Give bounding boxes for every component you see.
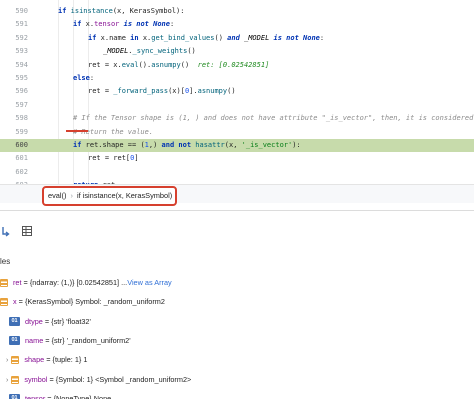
primitive-value-icon: 01 [9, 394, 20, 399]
code-text[interactable]: # If the Tensor shape is (1, ) and does … [73, 112, 474, 125]
code-line[interactable]: 590 if isinstance(x, KerasSymbol): [0, 5, 474, 18]
line-number[interactable]: 595 [6, 72, 28, 85]
code-text[interactable]: # Return the value. [73, 126, 153, 139]
code-line[interactable]: 599 # Return the value. [0, 126, 474, 139]
variable-name: shape [24, 355, 45, 365]
line-number[interactable]: 596 [6, 85, 28, 98]
primitive-value-icon: 01 [9, 317, 20, 327]
primitive-value-icon: 01 [9, 336, 20, 346]
variable-name: dtype [25, 316, 43, 326]
line-number[interactable]: 598 [6, 112, 28, 125]
code-line[interactable]: 594 ret = x.eval().asnumpy() ret: [0.0254… [0, 59, 474, 72]
code-line[interactable]: 601 ret = ret[0] [0, 152, 474, 165]
variable-row-dtype[interactable]: 01 dtype = {str} 'float32' [6, 314, 91, 330]
code-line[interactable]: 598 # If the Tensor shape is (1, ) and do… [0, 112, 474, 125]
variable-value: = {NoneType} None [45, 393, 112, 399]
view-as-array-link[interactable]: View as Array [127, 278, 171, 287]
variable-value: = {Symbol: 1} <Symbol _random_uniform2> [47, 374, 192, 384]
variable-value: = {str} 'float32' [42, 316, 91, 326]
object-list-icon [11, 375, 20, 384]
variable-name: name [25, 335, 44, 345]
code-line[interactable]: 592 if x.name in x.get_bind_values() and … [0, 32, 474, 45]
code-text[interactable]: if x.name in x.get_bind_values() and _MO… [88, 32, 324, 45]
object-list-icon [0, 279, 8, 288]
variable-value: = {KerasSymbol} Symbol: _random_uniform2 [16, 297, 165, 307]
variable-value: = {str} '_random_uniform2' [43, 335, 131, 345]
code-editor[interactable]: 590 if isinstance(x, KerasSymbol): 591 if x… [0, 0, 474, 203]
breadcrumb-separator: › [70, 191, 73, 200]
expand-chevron-icon[interactable]: › [6, 373, 8, 389]
line-number[interactable]: 592 [6, 32, 28, 45]
code-line[interactable]: 595 else: [0, 72, 474, 85]
code-line[interactable]: 593 _MODEL._sync_weights() [0, 45, 474, 58]
code-text[interactable]: if x.tensor is not None: [73, 18, 174, 31]
code-text[interactable]: else: [73, 72, 94, 85]
code-text[interactable]: _MODEL._sync_weights() [103, 45, 196, 58]
expand-chevron-icon[interactable]: › [6, 353, 8, 369]
object-list-icon [11, 356, 20, 365]
line-number[interactable]: 601 [6, 152, 28, 165]
variable-name: symbol [24, 374, 48, 384]
breadcrumb[interactable]: eval() › if isinstance(x, KerasSymbol) [42, 186, 177, 206]
code-line[interactable]: 602 [0, 166, 474, 179]
variable-row-shape[interactable]: › shape = {tuple: 1} 1 [6, 352, 87, 368]
line-number[interactable]: 593 [6, 45, 28, 58]
line-number[interactable]: 594 [6, 59, 28, 72]
table-icon[interactable] [22, 226, 32, 239]
line-number[interactable]: 599 [6, 126, 28, 139]
variable-value: = {tuple: 1} 1 [44, 355, 88, 365]
code-text[interactable]: if ret.shape == (1,) and not hasattr(x, … [73, 139, 301, 152]
code-line[interactable]: 596 ret = _forward_pass(x)[0].asnumpy() [0, 85, 474, 98]
variable-row-tensor[interactable]: 01 tensor = {NoneType} None [6, 391, 111, 399]
step-into-icon[interactable] [0, 226, 10, 241]
code-line[interactable]: 597 [0, 99, 474, 112]
red-annotation-arrow [66, 130, 88, 132]
variable-row-name[interactable]: 01 name = {str} '_random_uniform2' [6, 333, 131, 349]
variables-title: les [0, 257, 11, 266]
variable-value: = {ndarray: (1,)} [0.02542851] ... [21, 278, 128, 287]
debugger-panel: les ret = {ndarray: (1,)} [0.02542851] .… [0, 211, 474, 399]
code-line[interactable]: 591 if x.tensor is not None: [0, 18, 474, 31]
variable-row-x[interactable]: x = {KerasSymbol} Symbol: _random_unifor… [0, 294, 165, 310]
variable-name: tensor [25, 393, 46, 399]
line-number[interactable]: 600 [6, 139, 28, 152]
code-text[interactable]: ret = ret[0] [88, 152, 139, 165]
breadcrumb-condition[interactable]: if isinstance(x, KerasSymbol) [77, 191, 172, 200]
code-text[interactable]: if isinstance(x, KerasSymbol): [58, 5, 184, 18]
line-number[interactable]: 591 [6, 18, 28, 31]
line-number[interactable]: 590 [6, 5, 28, 18]
line-number[interactable]: 602 [6, 166, 28, 179]
object-list-icon [0, 298, 8, 307]
variable-name: ret [13, 278, 22, 287]
breadcrumb-function[interactable]: eval() [48, 191, 66, 200]
code-line[interactable]: 600 if ret.shape == (1,) and not hasattr(… [0, 139, 474, 153]
line-number[interactable]: 597 [6, 99, 28, 112]
variable-row-ret[interactable]: ret = {ndarray: (1,)} [0.02542851] ...Vi… [0, 275, 172, 291]
variable-row-symbol[interactable]: › symbol = {Symbol: 1} <Symbol _random_un… [6, 372, 191, 388]
code-text[interactable]: ret = _forward_pass(x)[0].asnumpy() [88, 85, 236, 98]
code-text[interactable]: ret = x.eval().asnumpy() ret: [0.0254285… [88, 59, 269, 72]
